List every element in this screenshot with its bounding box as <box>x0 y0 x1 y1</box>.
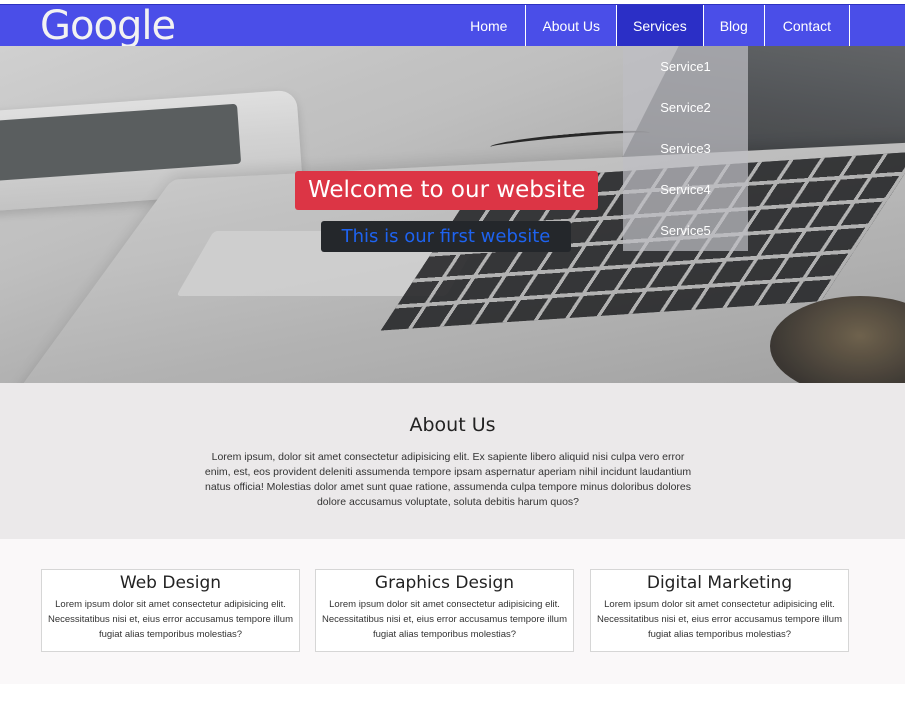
nav-item-blog[interactable]: Blog <box>704 5 765 47</box>
dropdown-item-service2[interactable]: Service2 <box>623 87 748 128</box>
card-text: Lorem ipsum dolor sit amet consectetur a… <box>48 599 293 640</box>
service-card-graphics-design: Graphics Design Lorem ipsum dolor sit am… <box>315 569 574 652</box>
dropdown-item-service5[interactable]: Service5 <box>623 210 748 251</box>
dropdown-item-service1[interactable]: Service1 <box>623 46 748 87</box>
nav-menu: Home About Us Services Blog Contact <box>454 5 850 47</box>
service-card-digital-marketing: Digital Marketing Lorem ipsum dolor sit … <box>590 569 849 652</box>
card-title: Graphics Design <box>374 573 515 593</box>
hero-subtitle: This is our first website <box>321 221 571 252</box>
about-text: Lorem ipsum, dolor sit amet consectetur … <box>204 451 692 508</box>
nav-item-services[interactable]: Services <box>617 5 704 47</box>
card-text: Lorem ipsum dolor sit amet consectetur a… <box>597 599 842 640</box>
logo[interactable]: Google <box>40 3 176 49</box>
hero-title: Welcome to our website <box>295 171 599 210</box>
services-section: Web Design Lorem ipsum dolor sit amet co… <box>0 539 905 684</box>
service-card-web-design: Web Design Lorem ipsum dolor sit amet co… <box>41 569 300 652</box>
nav-item-about-us[interactable]: About Us <box>526 5 618 47</box>
nav-item-contact[interactable]: Contact <box>765 5 850 47</box>
dropdown-item-service4[interactable]: Service4 <box>623 169 748 210</box>
about-section: About Us Lorem ipsum, dolor sit amet con… <box>0 383 905 539</box>
card-title: Digital Marketing <box>646 573 793 593</box>
hero-banner: Welcome to our website This is our first… <box>0 46 905 383</box>
card-title: Web Design <box>119 573 222 593</box>
about-heading: About Us <box>409 414 496 436</box>
nav-item-home[interactable]: Home <box>454 5 527 47</box>
card-text: Lorem ipsum dolor sit amet consectetur a… <box>322 599 567 640</box>
dropdown-item-service3[interactable]: Service3 <box>623 128 748 169</box>
services-dropdown: Service1 Service2 Service3 Service4 Serv… <box>623 46 748 251</box>
navbar: Google Home About Us Services Blog Conta… <box>0 3 905 49</box>
